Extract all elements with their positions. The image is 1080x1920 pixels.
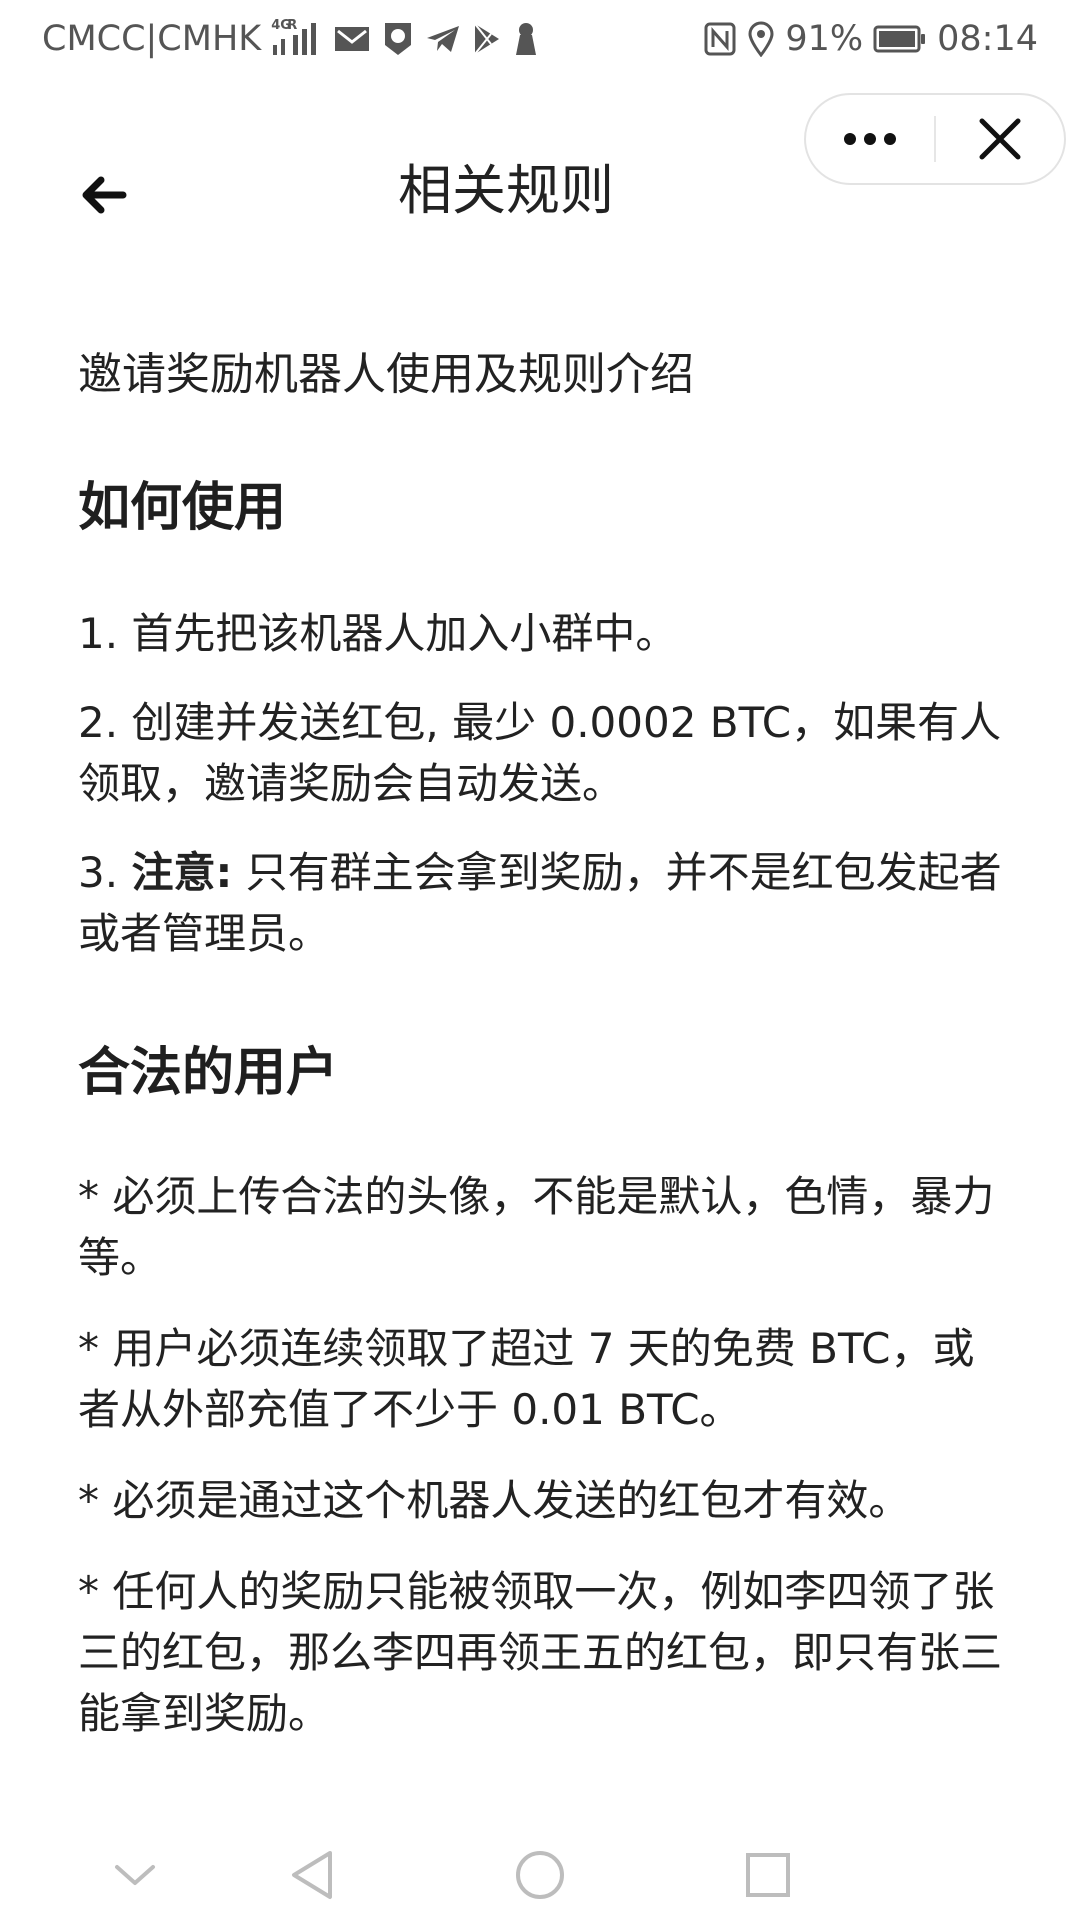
du-app-icon <box>381 21 415 57</box>
user-rule-1: * 必须上传合法的头像，不能是默认，色情，暴力等。 <box>78 1172 995 1282</box>
telegram-icon <box>425 23 461 55</box>
more-dots-icon <box>844 133 896 145</box>
status-left: CMCC|CMHK 4G R <box>42 19 539 59</box>
system-navigation-bar <box>0 1830 1080 1920</box>
square-recents-icon <box>746 1853 790 1897</box>
circle-home-icon <box>516 1851 564 1899</box>
usage-step-3: 3. 注意: 只有群主会拿到奖励，并不是红包发起者或者管理员。 <box>78 842 1008 964</box>
user-rule-2: * 用户必须连续领取了超过 7 天的免费 BTC，或者从外部充值了不少于 0.0… <box>78 1324 975 1434</box>
rules-content: 邀请奖励机器人使用及规则介绍 如何使用 1. 首先把该机器人加入小群中。 2. … <box>78 345 1008 1744</box>
carrier-name: CMCC|CMHK <box>42 19 262 59</box>
nfc-icon <box>703 21 737 57</box>
usage-step-2: 2. 创建并发送红包, 最少 0.0002 BTC，如果有人领取，邀请奖励会自动… <box>78 698 1002 808</box>
status-right: 91% 08:14 <box>703 19 1038 59</box>
status-bar: CMCC|CMHK 4G R 91% 08:14 <box>0 0 1080 78</box>
keyhole-icon <box>513 21 539 57</box>
chevron-down-icon <box>115 1865 155 1885</box>
page-title: 相关规则 <box>398 159 614 222</box>
section-title-valid-users: 合法的用户 <box>78 1043 339 1103</box>
location-icon <box>747 21 775 57</box>
battery-percent: 91% <box>785 19 864 59</box>
usage-step-3-prefix: 3. <box>78 848 132 897</box>
nav-back-button[interactable] <box>272 1840 352 1910</box>
intro-text: 邀请奖励机器人使用及规则介绍 <box>78 349 694 400</box>
play-store-icon <box>471 22 503 56</box>
section-title-usage: 如何使用 <box>78 478 287 538</box>
user-rule-3: * 必须是通过这个机器人发送的红包才有效。 <box>78 1476 911 1525</box>
usage-step-3-note-label: 注意: <box>131 848 233 897</box>
clock-time: 08:14 <box>937 19 1038 59</box>
battery-icon <box>873 24 927 54</box>
triangle-back-icon <box>292 1851 332 1899</box>
nav-recents-button[interactable] <box>728 1840 808 1910</box>
user-rule-4: * 任何人的奖励只能被领取一次，例如李四领了张三的红包，那么李四再领王五的红包，… <box>78 1567 1003 1738</box>
signal-icon: 4G R <box>271 19 323 57</box>
nav-home-button[interactable] <box>500 1840 580 1910</box>
mail-icon <box>333 23 371 55</box>
nav-hide-button[interactable] <box>95 1840 175 1910</box>
usage-step-1: 1. 首先把该机器人加入小群中。 <box>78 609 678 658</box>
